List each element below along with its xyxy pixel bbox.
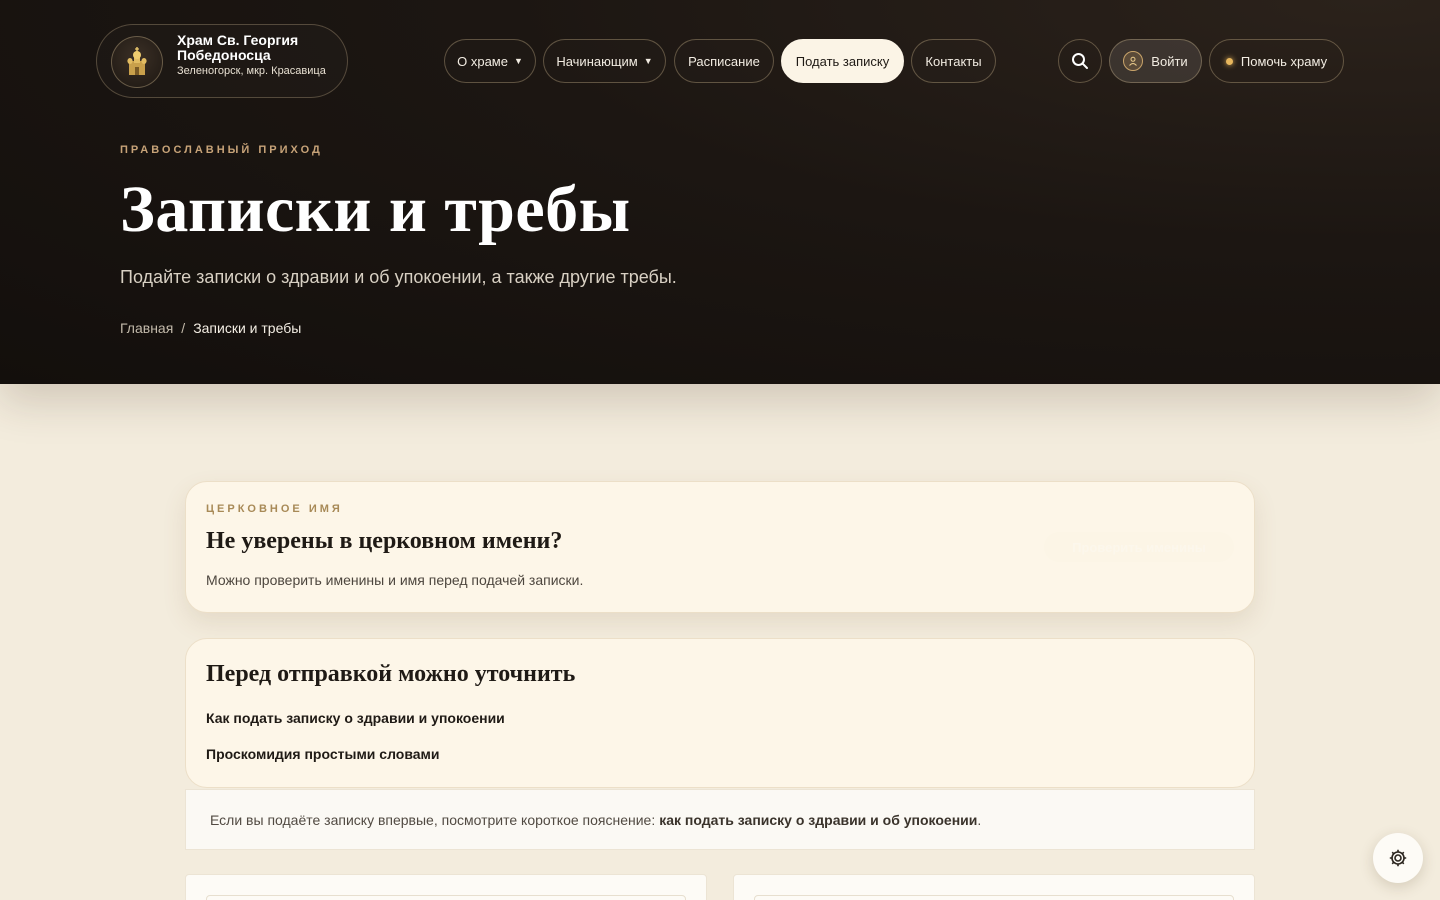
- search-icon: [1072, 53, 1088, 69]
- form-field[interactable]: [754, 895, 1234, 900]
- nav-schedule-label: Расписание: [688, 53, 760, 69]
- breadcrumb-current: Записки и требы: [193, 320, 302, 336]
- settings-button[interactable]: [1373, 833, 1423, 883]
- church-name-card: ЦЕРКОВНОЕ ИМЯ Не уверены в церковном име…: [185, 481, 1255, 613]
- clarify-card: Перед отправкой можно уточнить Как подат…: [185, 638, 1255, 788]
- card-title: Перед отправкой можно уточнить: [206, 661, 576, 687]
- form-field[interactable]: [206, 895, 686, 900]
- nav-beginners[interactable]: Начинающим ▼: [543, 39, 666, 83]
- notice-link[interactable]: как подать записку о здравии и об упокое…: [659, 812, 977, 828]
- nav-schedule[interactable]: Расписание: [674, 39, 774, 83]
- nav-submit-note-label: Подать записку: [795, 53, 890, 69]
- breadcrumb: Главная / Записки и требы: [120, 320, 301, 336]
- nav-contacts[interactable]: Контакты: [911, 39, 996, 83]
- login-button[interactable]: Войти: [1109, 39, 1202, 83]
- proskomedia-link[interactable]: Проскомидия простыми словами: [206, 746, 440, 762]
- page-title: Записки и требы: [120, 173, 631, 246]
- search-button[interactable]: [1058, 39, 1102, 83]
- card-description: Можно проверить именины и имя перед пода…: [206, 572, 584, 588]
- nav-beginners-label: Начинающим: [556, 53, 638, 69]
- check-name-day-button[interactable]: Проверить именины: [1044, 532, 1234, 562]
- notice-end: .: [977, 811, 982, 828]
- status-dot-icon: [1225, 57, 1233, 65]
- form-card-left: [185, 874, 707, 900]
- form-card-right: [733, 874, 1255, 900]
- page-subtitle: Подайте записки о здравии и об упокоении…: [120, 267, 677, 287]
- first-time-notice: Если вы подаёте записку впервые, посмотр…: [185, 789, 1255, 850]
- chevron-down-icon: ▼: [643, 56, 653, 66]
- brand-location: Зеленогорск, мкр. Красавица: [177, 65, 326, 77]
- card-label: ЦЕРКОВНОЕ ИМЯ: [206, 503, 343, 515]
- notice-text: Если вы подаёте записку впервые, посмотр…: [210, 811, 656, 828]
- church-logo-icon: [111, 36, 163, 88]
- nav-contacts-label: Контакты: [925, 53, 982, 69]
- help-church-button[interactable]: Помочь храму: [1209, 39, 1344, 83]
- breadcrumb-separator: /: [181, 320, 186, 336]
- nav-about[interactable]: О храме ▼: [444, 39, 536, 83]
- nav-about-label: О храме: [457, 53, 508, 69]
- hero-eyebrow: ПРАВОСЛАВНЫЙ ПРИХОД: [120, 144, 323, 156]
- how-to-submit-note-link[interactable]: Как подать записку о здравии и упокоении: [206, 710, 505, 726]
- gear-icon: [1389, 849, 1407, 867]
- breadcrumb-home-link[interactable]: Главная: [120, 320, 173, 336]
- nav-submit-note[interactable]: Подать записку: [781, 39, 904, 83]
- card-title: Не уверены в церковном имени?: [206, 528, 563, 554]
- hero-header: Храм Св. Георгия Победоносца Зеленогорск…: [0, 0, 1440, 384]
- login-label: Войти: [1151, 53, 1188, 69]
- brand-name: Храм Св. Георгия Победоносца: [177, 32, 299, 63]
- chevron-down-icon: ▼: [513, 56, 523, 66]
- user-icon: [1123, 51, 1144, 71]
- help-label: Помочь храму: [1240, 53, 1328, 69]
- brand-logo-link[interactable]: Храм Св. Георгия Победоносца Зеленогорск…: [96, 24, 348, 98]
